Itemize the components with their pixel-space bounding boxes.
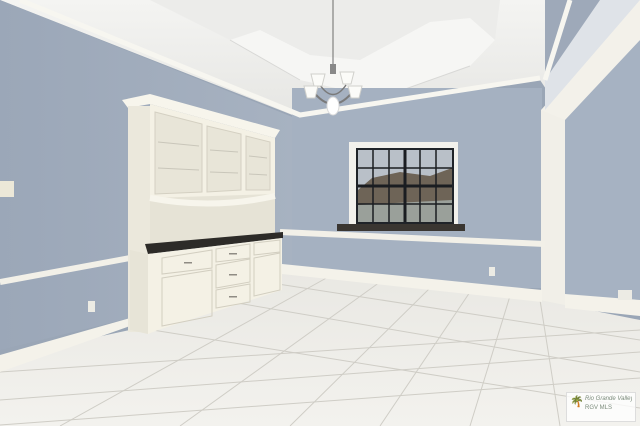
watermark-tag: RGV MLS xyxy=(585,405,613,411)
wall-outlet-back xyxy=(489,267,495,276)
dining-room-photo xyxy=(0,0,640,426)
palm-icon: 🌴 xyxy=(570,396,584,408)
watermark-brand: Rio Grande Valley xyxy=(585,396,632,402)
column-pillar xyxy=(541,110,565,306)
window-icon xyxy=(337,142,465,231)
light-switch xyxy=(0,181,14,197)
wall-outlet-left xyxy=(88,301,95,312)
mls-watermark: 🌴 Rio Grande Valley RGV MLS xyxy=(566,392,636,422)
wall-outlet-right xyxy=(618,290,632,300)
